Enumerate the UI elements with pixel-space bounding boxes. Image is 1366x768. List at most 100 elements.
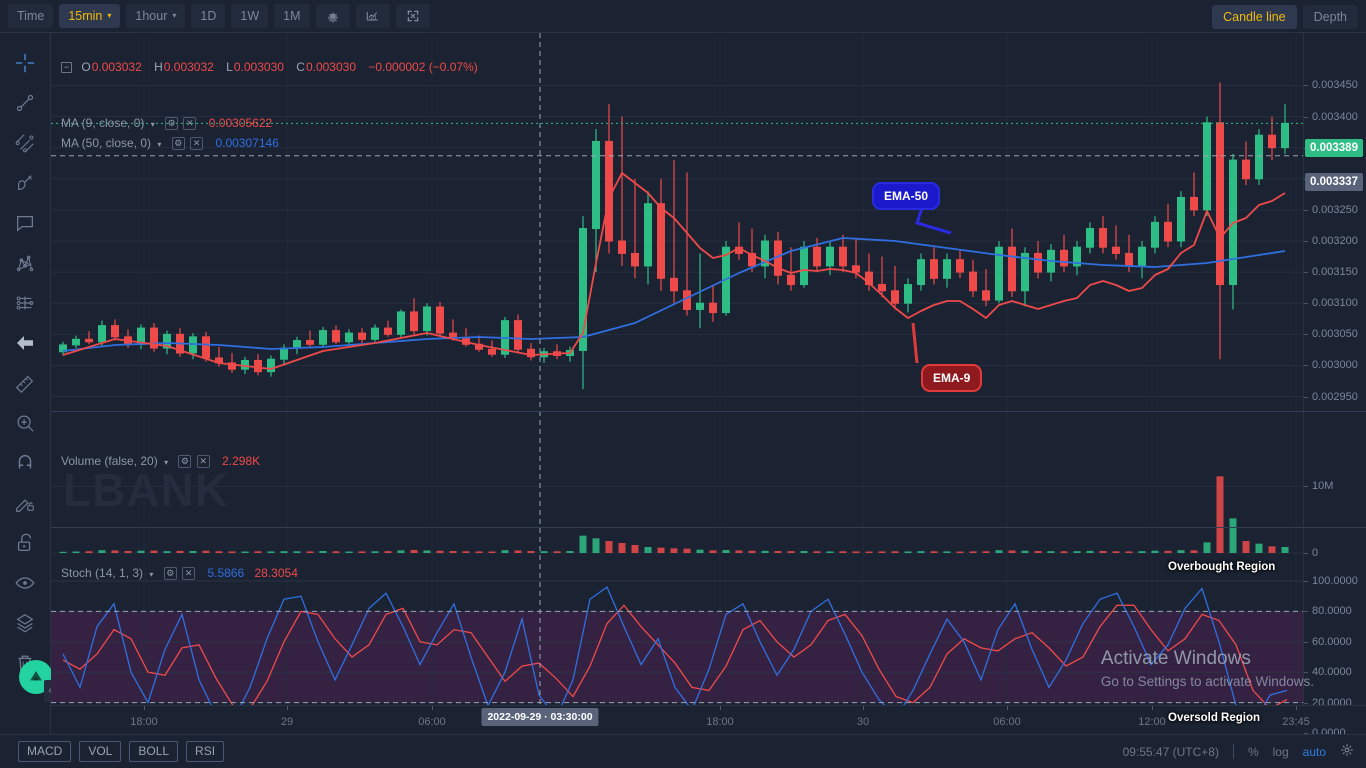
trend-line-tool-button[interactable] <box>6 83 44 123</box>
zoom-tool-button[interactable] <box>6 403 44 443</box>
chevron-down-icon: ▾ <box>172 11 177 20</box>
interval-1d-button[interactable]: 1D <box>191 4 226 28</box>
axis-tick <box>1304 85 1308 87</box>
volume-label: Volume (false, 20) <box>61 454 158 468</box>
interval-1w-button[interactable]: 1W <box>231 4 269 28</box>
gear-icon <box>1341 744 1353 756</box>
brush-icon <box>17 175 32 191</box>
interval-label: 1hour <box>135 9 168 23</box>
time-axis-label: 12:00 <box>1138 716 1166 728</box>
brush-tool-button[interactable] <box>6 163 44 203</box>
chart-settings-button[interactable] <box>315 4 350 28</box>
time-tick <box>432 706 433 710</box>
clock-label: 09:55:47 (UTC+8) <box>1122 744 1219 759</box>
rsi-button[interactable]: RSI <box>186 741 225 762</box>
chevron-down-icon: ▾ <box>107 11 112 20</box>
interval-1m-button[interactable]: 1M <box>274 4 310 28</box>
collapse-pane-button[interactable]: − <box>61 62 72 73</box>
axis-tick <box>1304 209 1308 211</box>
position-tool-button[interactable] <box>6 283 44 323</box>
time-axis-label: 06:00 <box>993 716 1021 728</box>
ohlc-c-value: 0.003030 <box>305 60 356 74</box>
axis-tick <box>1304 396 1308 398</box>
ma50-remove-button[interactable]: ✕ <box>190 137 204 150</box>
ma9-remove-button[interactable]: ✕ <box>183 117 197 130</box>
value-axis[interactable]: 0.0034500.0034000.0033500.0033000.003250… <box>1303 33 1366 739</box>
axis-tick <box>1304 334 1308 336</box>
ohlc-c-key: C <box>296 60 305 74</box>
chart-indicator-icon <box>366 11 378 21</box>
volume-axis-label: 10M <box>1312 480 1334 493</box>
activate-windows-overlay: Activate Windows Go to Settings to activ… <box>1101 648 1314 689</box>
axis-tick <box>1304 486 1308 488</box>
parallel-channel-tool-button[interactable] <box>6 123 44 163</box>
time-axis-label: 18:00 <box>130 716 158 728</box>
ma9-settings-button[interactable]: ⚙ <box>165 117 179 130</box>
chart-canvas[interactable] <box>51 33 1303 705</box>
zoom-in-icon <box>17 415 34 432</box>
vol-button[interactable]: VOL <box>79 741 122 762</box>
ma50-value: 0.00307146 <box>215 136 279 150</box>
layers-tool-button[interactable] <box>6 603 44 643</box>
ema9-callout[interactable]: EMA-9 <box>921 364 983 392</box>
magnet-tool-button[interactable] <box>6 443 44 483</box>
eye-visibility-tool-button[interactable] <box>6 563 44 603</box>
position-icon <box>16 296 34 310</box>
boll-button[interactable]: BOLL <box>129 741 179 762</box>
stoch-axis-label: 80.0000 <box>1312 605 1352 618</box>
macd-button[interactable]: MACD <box>18 741 72 762</box>
volume-value: 2.298K <box>222 454 261 468</box>
crosshair-tool-button[interactable] <box>6 43 44 83</box>
ma9-value: 0.00305622 <box>208 116 273 130</box>
volume-settings-button[interactable]: ⚙ <box>178 455 192 468</box>
fullscreen-button[interactable] <box>395 4 430 28</box>
view-depth-button[interactable]: Depth <box>1302 5 1358 29</box>
axis-tick <box>1304 641 1308 643</box>
axis-tick <box>1304 611 1308 613</box>
ema50-callout[interactable]: EMA-50 <box>872 182 941 210</box>
trend-line-icon <box>16 94 34 112</box>
price-axis-label: 0.003000 <box>1312 359 1358 372</box>
ohlc-l-value: 0.003030 <box>233 60 284 74</box>
ohlc-change: −0.000002 (−0.07%) <box>368 60 478 74</box>
magnet-icon <box>18 455 32 469</box>
activate-windows-subtitle: Go to Settings to activate Windows. <box>1100 674 1314 689</box>
arrow-tool-button[interactable] <box>6 323 44 363</box>
ma50-settings-button[interactable]: ⚙ <box>171 137 185 150</box>
time-tick <box>863 706 864 710</box>
view-candle-line-button[interactable]: Candle line <box>1212 5 1297 29</box>
chart-settings-gear-button[interactable] <box>1340 743 1354 760</box>
status-divider <box>1232 744 1234 759</box>
crosshair-icon <box>15 53 35 73</box>
text-balloon-tool-button[interactable] <box>6 203 44 243</box>
overbought-region-label: Overbought Region <box>1168 561 1276 573</box>
pattern-tool-button[interactable] <box>6 243 44 283</box>
indicators-button[interactable] <box>355 4 390 28</box>
stoch-remove-button[interactable]: ✕ <box>182 567 196 580</box>
axis-tick <box>1304 303 1308 305</box>
chevron-down-icon: ▾ <box>150 120 155 129</box>
chevron-down-icon: ▾ <box>149 570 154 579</box>
unlock-tool-button[interactable] <box>6 523 44 563</box>
trading-chart-app: Time 15min ▾ 1hour ▾ 1D 1W 1M Candle lin… <box>0 0 1366 768</box>
stoch-d-value: 28.3054 <box>254 566 298 580</box>
pencil-lock-tool-button[interactable] <box>6 483 44 523</box>
price-axis-label: 0.002950 <box>1312 390 1358 403</box>
auto-scale-button[interactable]: auto <box>1303 745 1326 759</box>
interval-1hour-button[interactable]: 1hour ▾ <box>126 4 186 28</box>
time-button[interactable]: Time <box>8 4 54 28</box>
volume-remove-button[interactable]: ✕ <box>196 455 210 468</box>
stoch-settings-button[interactable]: ⚙ <box>163 567 177 580</box>
volume-legend: Volume (false, 20) ▾ ⚙ ✕ 2.298K <box>61 454 260 468</box>
unlock-icon <box>17 533 32 551</box>
log-scale-button[interactable]: log <box>1273 745 1289 759</box>
price-axis-label: 0.003050 <box>1312 328 1358 341</box>
time-axis[interactable]: 18:00 29 06:00 18:00 30 06:00 12:00 23:45 2022-… <box>51 705 1366 734</box>
percent-scale-button[interactable]: % <box>1248 745 1259 759</box>
axis-tick <box>1304 116 1308 118</box>
gear-icon <box>327 12 338 23</box>
ruler-tool-button[interactable] <box>6 363 44 403</box>
interval-15min-button[interactable]: 15min ▾ <box>59 4 121 28</box>
time-tick <box>144 706 145 710</box>
arrow-left-icon <box>17 336 33 350</box>
